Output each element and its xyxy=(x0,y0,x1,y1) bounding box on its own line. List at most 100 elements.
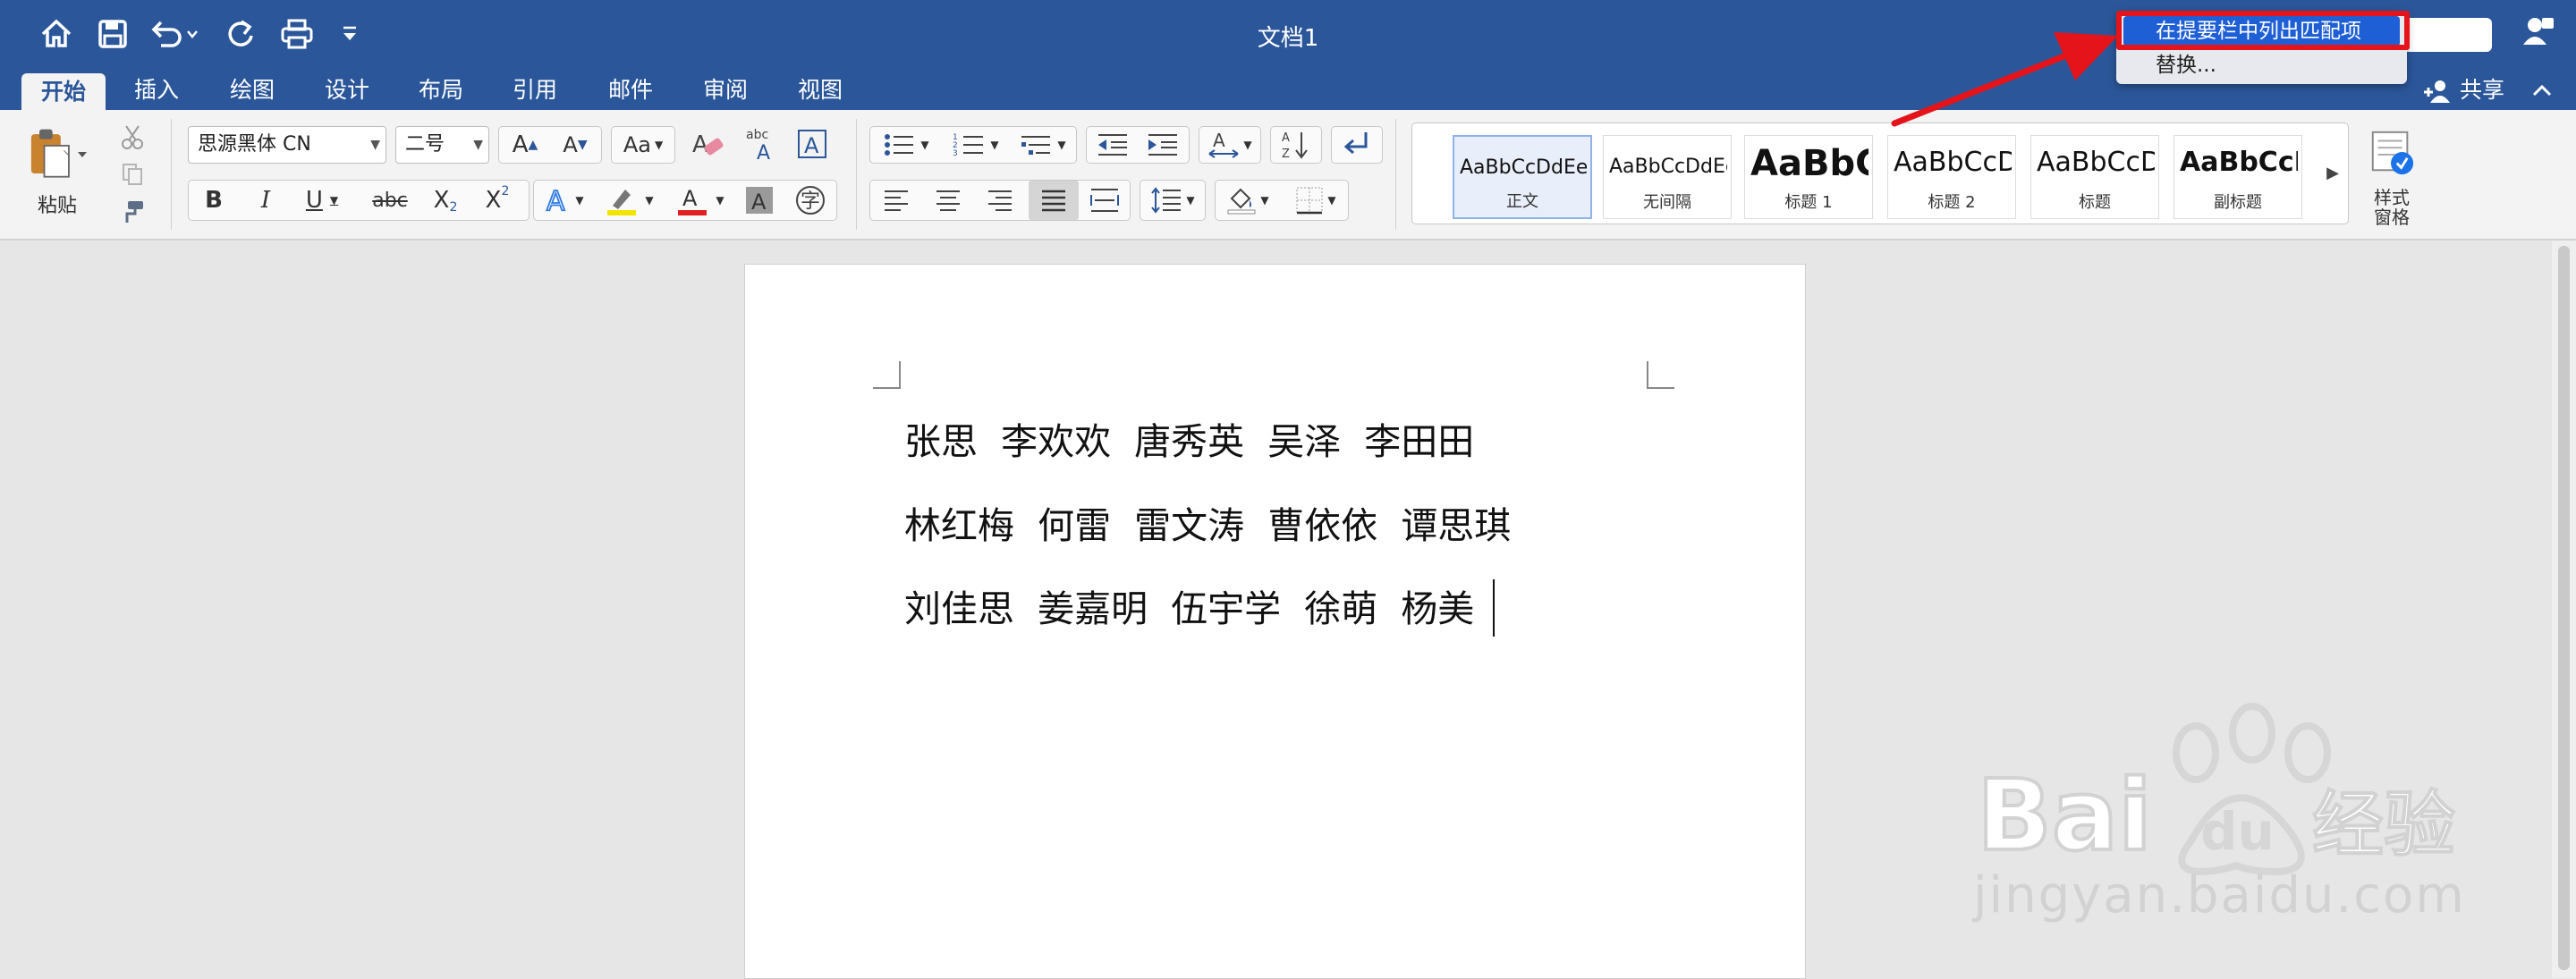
vertical-scrollbar[interactable] xyxy=(2552,241,2576,978)
style-heading-2[interactable]: AaBbCcD 标题 2 xyxy=(1887,135,2016,219)
share-button[interactable]: 共享 xyxy=(2422,72,2553,109)
style-no-spacing[interactable]: AaBbCcDdEe 无间隔 xyxy=(1603,135,1732,219)
highlight-swatch xyxy=(607,210,637,215)
tab-review[interactable]: 审阅 xyxy=(694,72,757,109)
annotation-highlight-box xyxy=(2116,11,2410,50)
style-sample: AaBbCcDdEe xyxy=(1460,156,1587,179)
line-spacing-icon[interactable]: ▼ xyxy=(1141,182,1204,218)
style-name: 副标题 xyxy=(2214,193,2262,212)
character-border-icon[interactable]: A xyxy=(791,126,834,162)
tab-view[interactable]: 视图 xyxy=(789,72,852,109)
menu-item-replace[interactable]: 替换... xyxy=(2123,50,2400,80)
bullets-icon[interactable]: ▼ xyxy=(872,127,940,163)
add-person-icon xyxy=(2422,77,2460,103)
share-label: 共享 xyxy=(2459,77,2504,103)
numbering-icon[interactable]: 123 ▼ xyxy=(942,127,1010,163)
tab-references[interactable]: 引用 xyxy=(504,72,566,109)
baidu-watermark-logo: Bai 经验 du jingyan.baidu.com xyxy=(1971,703,2466,924)
styles-pane-label: 样式 窗格 xyxy=(2374,187,2410,228)
style-subtitle[interactable]: AaBbCcD 副标题 xyxy=(2174,135,2302,219)
highlight-color-icon[interactable]: ▼ xyxy=(597,182,662,218)
svg-text:A: A xyxy=(682,186,698,211)
font-size-combo[interactable]: 二号 ▼ xyxy=(395,126,489,164)
subscript-button[interactable]: X2 xyxy=(422,182,469,218)
clear-formatting-icon[interactable]: A xyxy=(687,126,730,162)
style-title[interactable]: AaBbCcD 标题 xyxy=(2030,135,2159,219)
align-center-icon[interactable] xyxy=(924,182,972,218)
annotation-arrow-icon xyxy=(1891,32,2118,127)
document-text-line[interactable]: 刘佳思 姜嘉明 伍宇学 徐萌 杨美 xyxy=(904,578,1474,632)
svg-text:Z: Z xyxy=(1282,148,1290,161)
cut-icon[interactable] xyxy=(114,119,150,155)
ribbon-divider xyxy=(1395,119,1396,230)
decrease-indent-icon[interactable] xyxy=(1088,127,1138,163)
multilevel-list-icon[interactable]: ▼ xyxy=(1010,127,1076,163)
style-heading-1[interactable]: AaBbC 标题 1 xyxy=(1744,135,1873,219)
sort-icon[interactable]: AZ xyxy=(1272,127,1320,163)
enclose-characters-icon[interactable]: 字 xyxy=(789,182,832,218)
tab-design[interactable]: 设计 xyxy=(316,72,378,109)
copy-icon[interactable] xyxy=(114,156,150,192)
borders-icon[interactable]: ▼ xyxy=(1284,182,1347,218)
svg-text:jingyan.baidu.com: jingyan.baidu.com xyxy=(1971,866,2466,924)
tab-home[interactable]: 开始 xyxy=(21,73,106,110)
styles-pane-icon[interactable] xyxy=(2358,126,2426,180)
tab-mailings[interactable]: 邮件 xyxy=(599,72,662,109)
paste-label: 粘贴 xyxy=(37,195,77,217)
gallery-more-icon[interactable]: ▶ xyxy=(2322,155,2343,190)
scrollbar-thumb[interactable] xyxy=(2558,246,2570,970)
svg-text:A: A xyxy=(692,131,708,158)
ribbon-divider xyxy=(171,119,172,230)
font-size-value: 二号 xyxy=(405,133,445,156)
text-direction-icon[interactable]: A ▼ xyxy=(1200,127,1259,163)
account-icon[interactable] xyxy=(2521,14,2556,50)
align-left-icon[interactable] xyxy=(872,182,920,218)
character-shading-icon[interactable]: A xyxy=(739,182,780,218)
collapse-ribbon-icon[interactable] xyxy=(2531,77,2553,103)
margin-corner-mark xyxy=(873,361,901,389)
text-effects-icon[interactable]: A ▼ xyxy=(537,182,592,218)
phonetic-guide-icon[interactable]: abc A xyxy=(739,126,782,162)
style-name: 标题 2 xyxy=(1928,193,1976,212)
shading-icon[interactable]: ▼ xyxy=(1216,182,1279,218)
svg-text:A: A xyxy=(1282,131,1290,145)
tab-draw[interactable]: 绘图 xyxy=(221,72,284,109)
justify-icon[interactable] xyxy=(1029,181,1079,220)
font-color-icon[interactable]: A ▼ xyxy=(669,182,732,218)
increase-indent-icon[interactable] xyxy=(1138,127,1188,163)
text-cursor xyxy=(1493,579,1495,637)
paste-button[interactable] xyxy=(18,119,95,190)
style-sample: AaBbCcDdEe xyxy=(1609,156,1727,178)
distributed-icon[interactable] xyxy=(1080,182,1129,218)
tab-insert[interactable]: 插入 xyxy=(125,72,188,109)
svg-text:Bai: Bai xyxy=(1977,758,2152,873)
svg-text:A: A xyxy=(804,133,819,158)
format-painter-icon[interactable] xyxy=(114,194,150,230)
superscript-button[interactable]: X2 xyxy=(474,182,521,218)
style-name: 正文 xyxy=(1506,192,1538,211)
show-formatting-marks-icon[interactable] xyxy=(1333,127,1381,163)
grow-font-button[interactable]: A ▲ xyxy=(501,127,549,163)
style-sample: AaBbCcD xyxy=(1894,147,2012,178)
document-text-line[interactable]: 张思 李欢欢 唐秀英 吴泽 李田田 xyxy=(904,411,1474,465)
tab-layout[interactable]: 布局 xyxy=(410,72,472,109)
underline-button[interactable]: U ▼ xyxy=(295,182,349,218)
svg-text:经验: 经验 xyxy=(2312,783,2455,866)
svg-text:字: 字 xyxy=(801,190,820,213)
italic-button[interactable]: I xyxy=(243,182,288,218)
ribbon-divider xyxy=(856,119,857,230)
strikethrough-button[interactable]: abc xyxy=(365,182,415,218)
document-text-line[interactable]: 林红梅 何雷 雷文涛 曹依依 谭思琪 xyxy=(904,495,1511,549)
align-right-icon[interactable] xyxy=(976,182,1024,218)
chevron-down-icon: ▼ xyxy=(370,138,380,152)
svg-text:3: 3 xyxy=(953,149,958,158)
chevron-down-icon: ▼ xyxy=(473,138,483,152)
svg-text:A: A xyxy=(757,142,770,162)
svg-text:abc: abc xyxy=(746,128,768,142)
bold-button[interactable]: B xyxy=(191,182,236,218)
style-normal[interactable]: AaBbCcDdEe 正文 xyxy=(1453,135,1592,219)
shrink-font-button[interactable]: A ▼ xyxy=(551,127,599,163)
font-name-combo[interactable]: 思源黑体 CN ▼ xyxy=(188,126,386,164)
style-sample: AaBbCcD xyxy=(2037,147,2155,178)
change-case-button[interactable]: Aa ▼ xyxy=(614,127,673,163)
